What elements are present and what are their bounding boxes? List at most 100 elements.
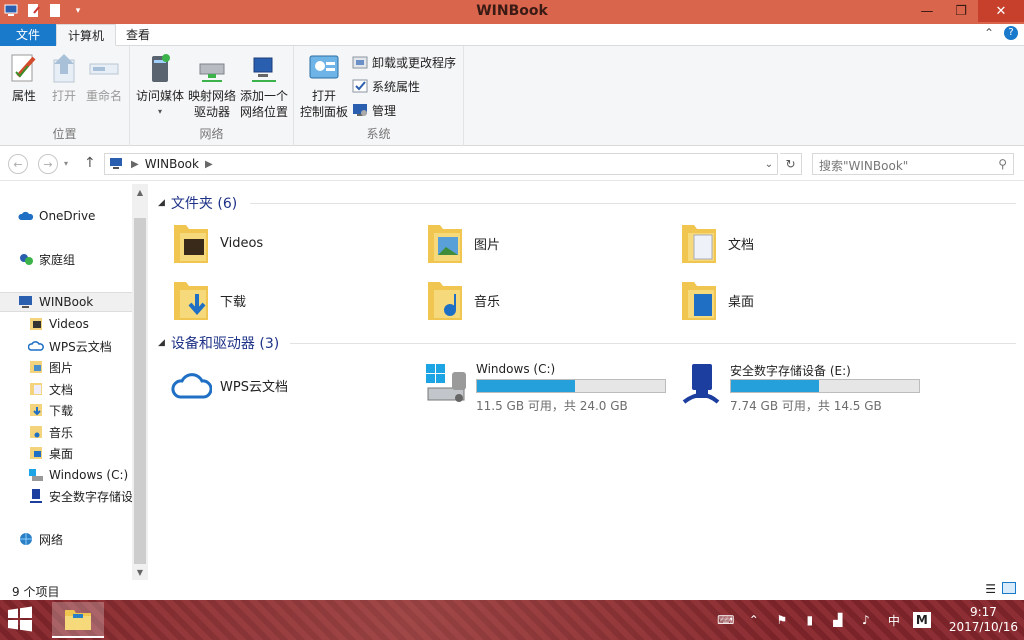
nav-item-documents[interactable]: 文档	[0, 379, 132, 399]
nav-item-wps-cloud[interactable]: WPS云文档	[0, 336, 132, 356]
device-item-drive-c[interactable]: Windows (C:) 11.5 GB 可用，共 24.0 GB	[424, 356, 674, 413]
forward-button[interactable]: →	[38, 154, 58, 174]
device-item-wps-cloud[interactable]: WPS云文档	[170, 358, 410, 412]
videos-folder-icon	[30, 318, 42, 330]
ribbon-help-area: ⌃ ?	[984, 26, 1018, 40]
open-control-panel-button[interactable]: 打开 控制面板	[298, 52, 350, 120]
scrollbar-thumb[interactable]	[134, 218, 146, 564]
nav-item-sd-card[interactable]: 安全数字存储设	[0, 486, 132, 506]
ime-mode-indicator[interactable]: M	[912, 612, 931, 628]
rename-button[interactable]: 重命名	[84, 52, 124, 104]
help-icon[interactable]: ?	[1004, 26, 1018, 40]
system-properties-button[interactable]: 系统属性	[352, 76, 420, 96]
network-icon	[20, 533, 32, 545]
signal-icon[interactable]: ▟	[829, 612, 847, 628]
cloud-icon	[28, 341, 44, 351]
search-input[interactable]: 搜索"WINBook" ⚲	[812, 153, 1014, 175]
address-history-dropdown[interactable]: ⌄	[760, 153, 778, 175]
access-media-button[interactable]: 访问媒体 ▾	[134, 52, 186, 120]
section-header-devices[interactable]: ◢ 设备和驱动器 (3)	[158, 333, 279, 353]
breadcrumb-chevron-icon[interactable]: ▶	[205, 159, 213, 170]
large-icons-view-icon[interactable]	[1002, 582, 1016, 594]
battery-icon[interactable]: ▮	[801, 612, 819, 628]
nav-item-onedrive[interactable]: OneDrive	[0, 206, 132, 226]
collapse-triangle-icon[interactable]: ◢	[158, 338, 165, 348]
section-divider	[250, 203, 1016, 204]
clock[interactable]: 9:17 2017/10/16	[949, 605, 1018, 635]
breadcrumb-chevron-icon[interactable]: ▶	[131, 159, 139, 170]
back-button[interactable]: ←	[8, 154, 28, 174]
folder-item-pictures[interactable]: 图片	[424, 216, 664, 270]
nav-label: Videos	[49, 317, 89, 331]
collapse-ribbon-icon[interactable]: ⌃	[984, 26, 994, 40]
scroll-up-icon[interactable]: ▲	[132, 184, 148, 200]
device-item-sd-card[interactable]: 安全数字存储设备 (E:) 7.74 GB 可用，共 14.5 GB	[678, 356, 928, 413]
folder-item-downloads[interactable]: 下载	[170, 273, 410, 327]
folder-item-documents[interactable]: 文档	[678, 216, 918, 270]
open-button[interactable]: 打开	[48, 52, 80, 104]
refresh-button[interactable]: ↻	[780, 153, 802, 175]
nav-item-music[interactable]: 音乐	[0, 422, 132, 442]
nav-item-network[interactable]: 网络	[0, 529, 132, 549]
close-button[interactable]: ✕	[978, 0, 1024, 22]
nav-item-pictures[interactable]: 图片	[0, 357, 132, 377]
up-button[interactable]: ↑	[84, 155, 96, 171]
drive-free-space: 11.5 GB 可用，共 24.0 GB	[476, 399, 628, 413]
touch-keyboard-icon[interactable]: ⌨	[717, 612, 735, 628]
search-icon: ⚲	[998, 157, 1007, 171]
onedrive-icon	[18, 211, 34, 220]
maximize-button[interactable]: ❐	[944, 0, 978, 22]
recent-locations-dropdown[interactable]: ▾	[64, 159, 68, 168]
manage-button[interactable]: 管理	[352, 100, 396, 120]
nav-label: 家庭组	[39, 252, 76, 267]
nav-item-drive-c[interactable]: Windows (C:)	[0, 465, 132, 485]
nav-label: 图片	[49, 360, 74, 375]
ribbon: 属性 打开 重命名 位置 访问媒体 ▾ 映射网络 驱动器 添加一个 网络位置 网…	[0, 46, 1024, 146]
folder-item-desktop[interactable]: 桌面	[678, 273, 918, 327]
nav-item-homegroup[interactable]: 家庭组	[0, 249, 132, 269]
pictures-folder-icon	[428, 225, 462, 263]
nav-scrollbar[interactable]: ▲ ▼	[132, 184, 148, 580]
nav-label: 安全数字存储设	[49, 489, 132, 504]
clock-time: 9:17	[969, 605, 997, 619]
uninstall-programs-button[interactable]: 卸载或更改程序	[352, 52, 456, 72]
volume-icon[interactable]: ♪	[857, 612, 875, 628]
system-properties-label: 系统属性	[372, 79, 421, 94]
tab-computer[interactable]: 计算机	[56, 24, 116, 46]
nav-item-desktop[interactable]: 桌面	[0, 443, 132, 463]
uninstall-label: 卸载或更改程序	[372, 55, 457, 70]
show-hidden-icons-icon[interactable]: ⌃	[745, 612, 763, 628]
ime-indicator[interactable]: 中	[885, 612, 903, 628]
map-network-drive-button[interactable]: 映射网络 驱动器	[188, 52, 236, 120]
flag-icon[interactable]: ⚑	[773, 612, 791, 628]
nav-item-downloads[interactable]: 下载	[0, 400, 132, 420]
cloud-icon	[171, 373, 212, 399]
homegroup-icon	[20, 254, 33, 265]
network-location-icon	[248, 52, 280, 86]
tab-view[interactable]: 查看	[116, 24, 160, 46]
folder-item-music[interactable]: 音乐	[424, 273, 664, 327]
scroll-down-icon[interactable]: ▼	[132, 564, 148, 580]
group-label-system: 系统	[366, 127, 391, 141]
taskbar-file-explorer[interactable]	[52, 602, 104, 638]
add-network-location-button[interactable]: 添加一个 网络位置	[238, 52, 290, 120]
start-button[interactable]	[6, 606, 38, 634]
rename-icon	[88, 52, 120, 86]
manage-label: 管理	[372, 103, 397, 118]
music-folder-icon	[30, 426, 42, 438]
content-pane: ◢ 文件夹 (6) Videos 图片 文档 下载 音乐 桌面 ◢ 设备和驱动器…	[150, 184, 1024, 580]
address-bar[interactable]: ▶ WINBook ▶	[104, 153, 778, 175]
folder-item-videos[interactable]: Videos	[170, 216, 410, 270]
section-header-folders[interactable]: ◢ 文件夹 (6)	[158, 193, 237, 213]
collapse-triangle-icon[interactable]: ◢	[158, 198, 165, 208]
tab-file[interactable]: 文件	[0, 24, 56, 46]
device-label: WPS云文档	[220, 379, 288, 395]
nav-item-videos[interactable]: Videos	[0, 314, 132, 334]
pictures-folder-icon	[30, 361, 42, 373]
properties-button[interactable]: 属性	[6, 52, 42, 104]
map-drive-label-1: 映射网络	[188, 89, 237, 103]
minimize-button[interactable]: —	[910, 0, 944, 22]
details-view-icon[interactable]: ☰	[985, 582, 996, 596]
nav-item-winbook[interactable]: WINBook	[0, 292, 132, 312]
breadcrumb-current[interactable]: WINBook	[145, 157, 199, 171]
